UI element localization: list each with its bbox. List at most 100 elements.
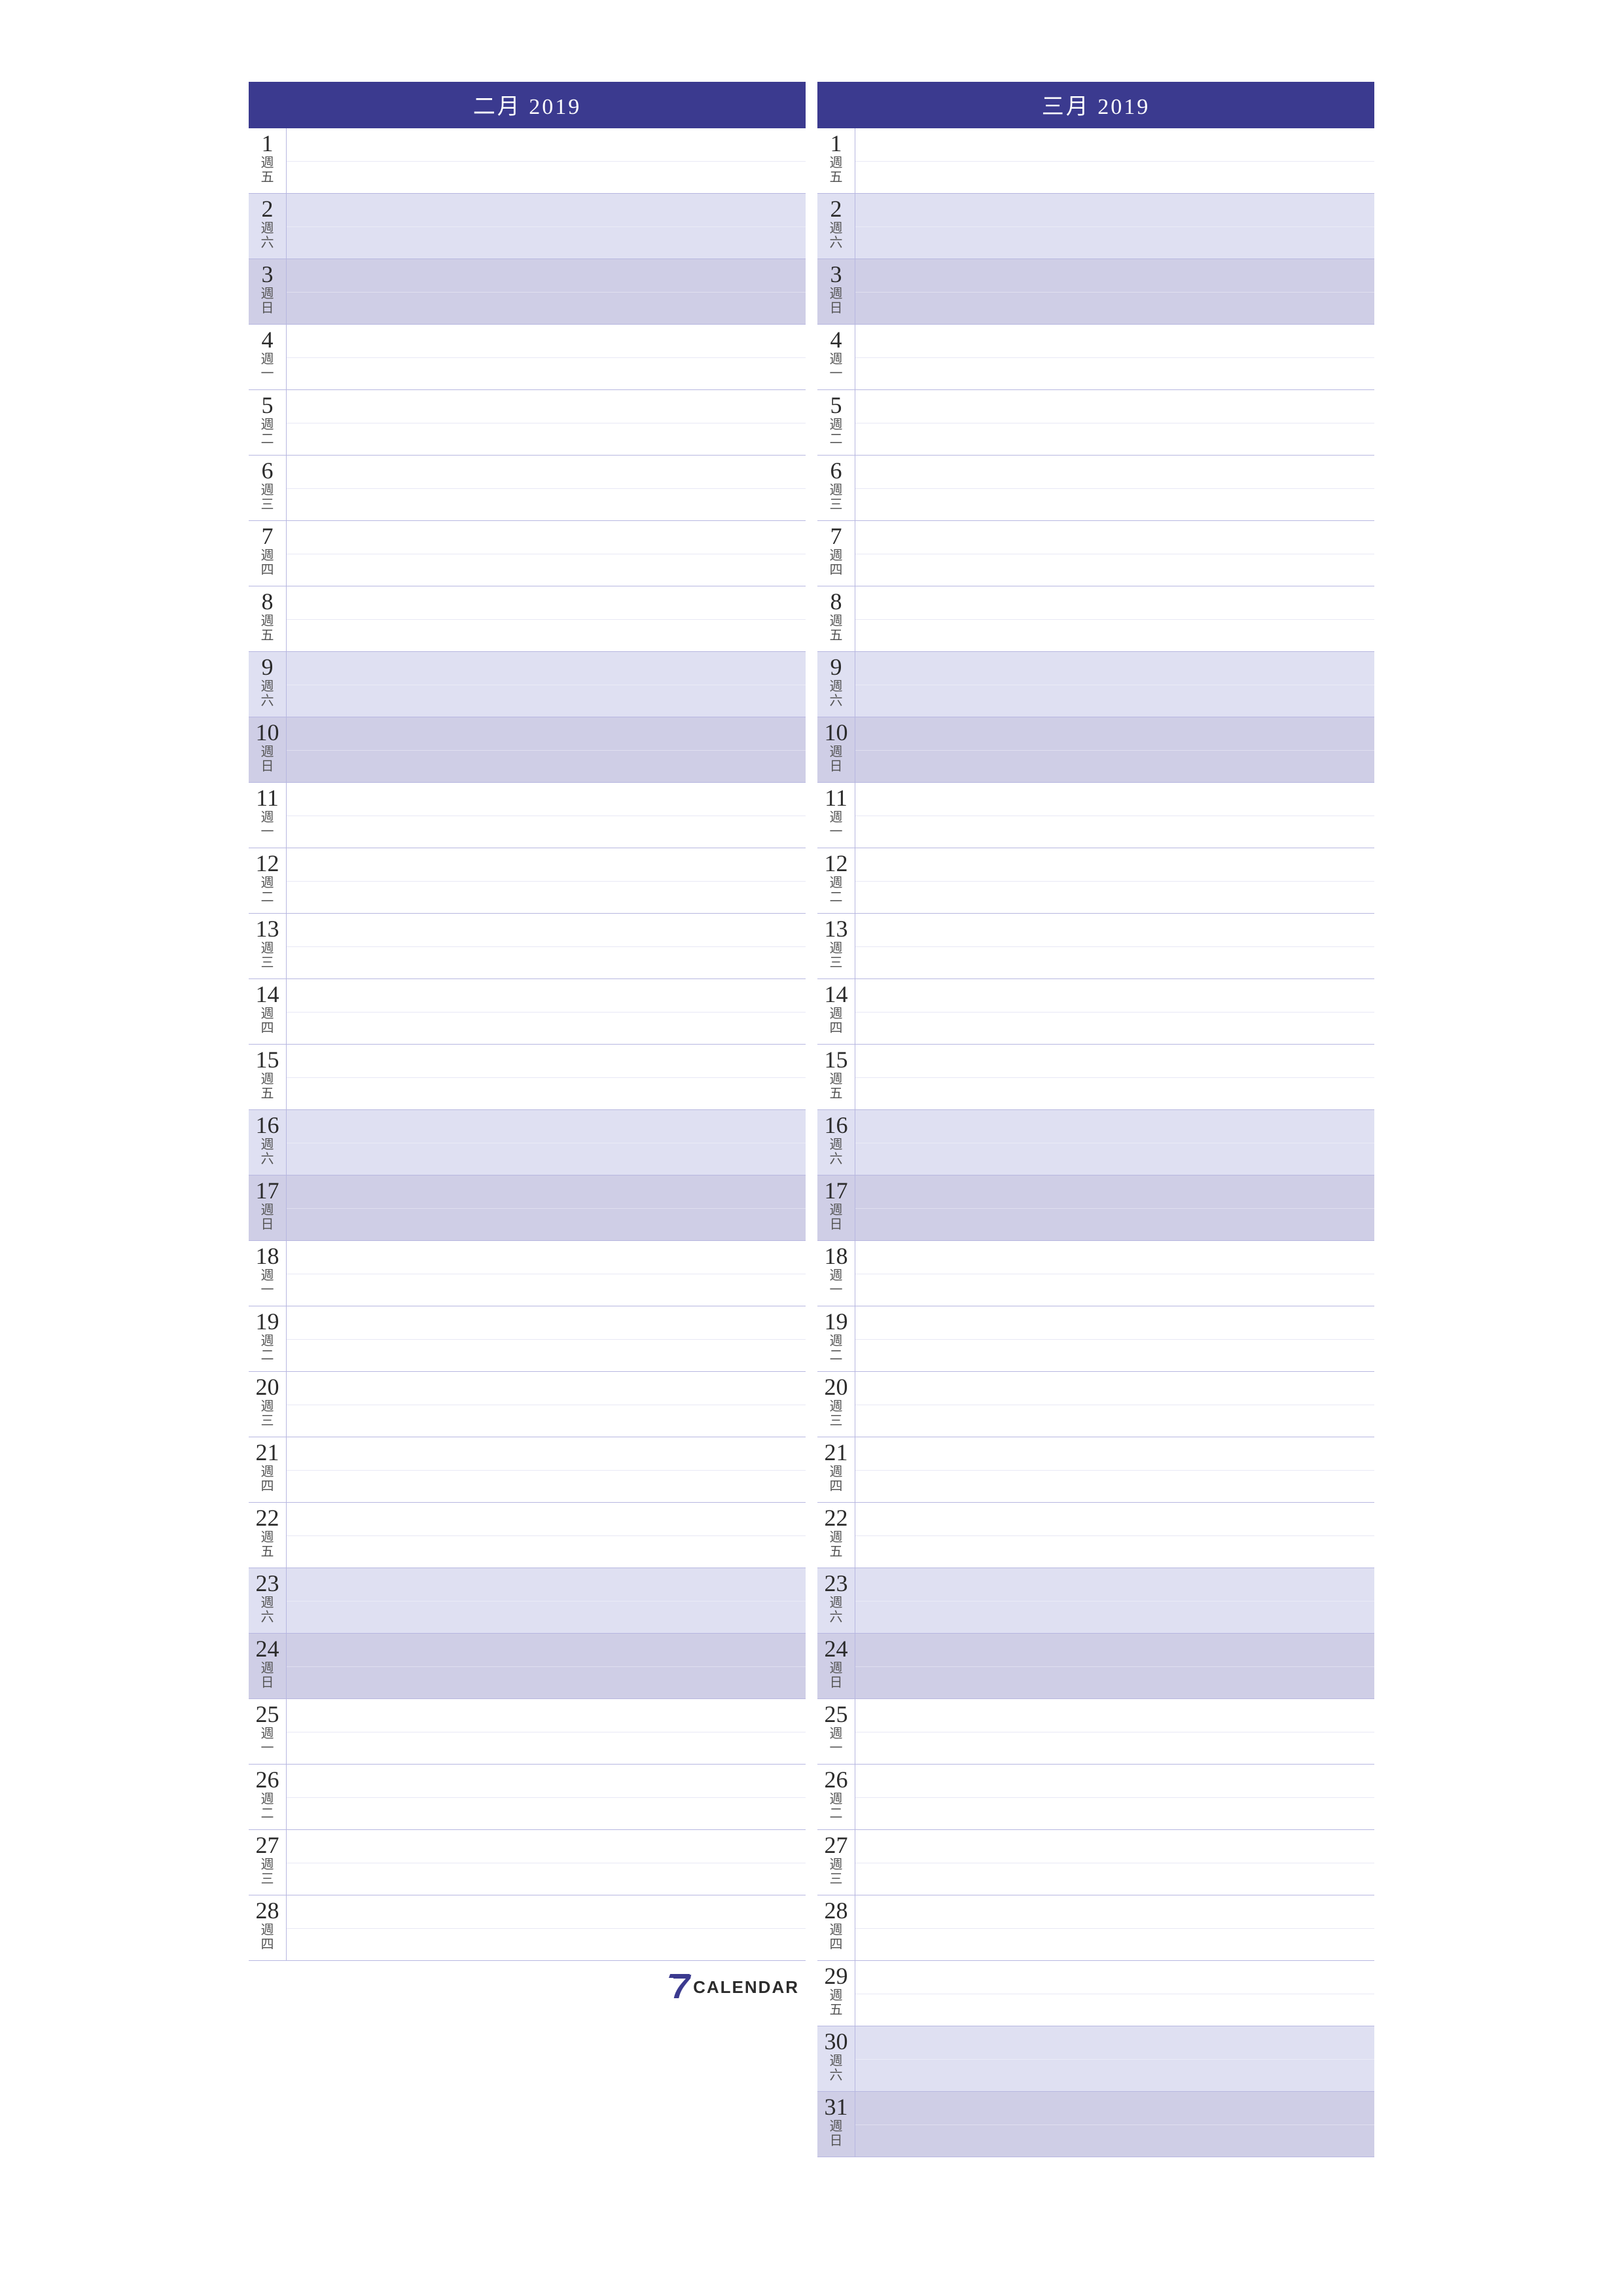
date-cell: 19週二 [249, 1306, 287, 1371]
date-number: 23 [249, 1571, 286, 1596]
month-header: 二月 2019 [249, 82, 806, 128]
day-row: 30週六 [817, 2026, 1374, 2092]
day-row: 2週六 [817, 194, 1374, 259]
day-row: 28週四 [817, 1895, 1374, 1961]
weekday-label: 週一 [817, 352, 855, 381]
date-number: 12 [249, 851, 286, 876]
note-cell [287, 194, 806, 259]
date-cell: 18週一 [817, 1241, 855, 1306]
date-number: 15 [249, 1047, 286, 1072]
day-row: 8週五 [249, 586, 806, 652]
note-cell [287, 914, 806, 978]
note-cell [287, 979, 806, 1044]
weekday-label: 週日 [249, 1661, 286, 1690]
note-cell [287, 1110, 806, 1175]
note-cell [855, 1634, 1374, 1698]
note-cell [855, 1175, 1374, 1240]
note-cell [287, 1765, 806, 1829]
date-cell: 1週五 [817, 128, 855, 193]
day-row: 19週二 [817, 1306, 1374, 1372]
day-row: 18週一 [817, 1241, 1374, 1306]
weekday-label: 週四 [249, 1923, 286, 1952]
month-header: 三月 2019 [817, 82, 1374, 128]
weekday-label: 週二 [249, 1334, 286, 1363]
date-number: 8 [249, 589, 286, 614]
note-cell [855, 1306, 1374, 1371]
date-number: 21 [249, 1440, 286, 1465]
weekday-label: 週二 [249, 1792, 286, 1821]
weekday-label: 週三 [817, 941, 855, 970]
date-number: 19 [817, 1309, 855, 1334]
date-number: 24 [249, 1636, 286, 1661]
weekday-label: 週四 [817, 1923, 855, 1952]
date-cell: 20週三 [249, 1372, 287, 1437]
weekday-label: 週日 [817, 1661, 855, 1690]
day-row: 23週六 [249, 1568, 806, 1634]
day-row: 18週一 [249, 1241, 806, 1306]
weekday-label: 週六 [249, 679, 286, 708]
logo-text: CALENDAR [693, 1977, 799, 1998]
date-cell: 25週一 [817, 1699, 855, 1764]
date-cell: 28週四 [817, 1895, 855, 1960]
date-cell: 14週四 [817, 979, 855, 1044]
weekday-label: 週一 [249, 1268, 286, 1297]
day-row: 10週日 [817, 717, 1374, 783]
date-number: 20 [249, 1374, 286, 1399]
date-number: 2 [249, 196, 286, 221]
date-cell: 6週三 [249, 456, 287, 520]
day-row: 3週日 [817, 259, 1374, 325]
date-cell: 15週五 [817, 1045, 855, 1109]
weekday-label: 週三 [817, 483, 855, 512]
date-cell: 12週二 [249, 848, 287, 913]
date-number: 26 [249, 1767, 286, 1792]
day-row: 23週六 [817, 1568, 1374, 1634]
month-column: 三月 20191週五2週六3週日4週一5週二6週三7週四8週五9週六10週日11… [817, 82, 1374, 2157]
note-cell [855, 586, 1374, 651]
date-number: 18 [817, 1244, 855, 1268]
note-cell [855, 783, 1374, 848]
note-cell [287, 717, 806, 782]
date-number: 13 [817, 916, 855, 941]
date-cell: 15週五 [249, 1045, 287, 1109]
date-cell: 9週六 [817, 652, 855, 717]
day-row: 20週三 [249, 1372, 806, 1437]
day-row: 4週一 [817, 325, 1374, 390]
date-cell: 19週二 [817, 1306, 855, 1371]
weekday-label: 週五 [817, 1530, 855, 1559]
date-number: 1 [817, 131, 855, 156]
note-cell [855, 259, 1374, 324]
weekday-label: 週四 [817, 548, 855, 577]
note-cell [855, 1765, 1374, 1829]
weekday-label: 週六 [817, 221, 855, 250]
note-cell [287, 521, 806, 586]
weekday-label: 週一 [249, 810, 286, 839]
day-row: 26週二 [817, 1765, 1374, 1830]
weekday-label: 週五 [817, 1072, 855, 1101]
date-number: 27 [249, 1833, 286, 1857]
day-row: 22週五 [817, 1503, 1374, 1568]
note-cell [855, 652, 1374, 717]
day-row: 15週五 [249, 1045, 806, 1110]
day-row: 16週六 [249, 1110, 806, 1175]
note-cell [855, 979, 1374, 1044]
day-row: 25週一 [817, 1699, 1374, 1765]
date-number: 11 [249, 785, 286, 810]
date-number: 27 [817, 1833, 855, 1857]
note-cell [855, 1437, 1374, 1502]
date-number: 22 [817, 1505, 855, 1530]
date-number: 13 [249, 916, 286, 941]
date-number: 20 [817, 1374, 855, 1399]
day-row: 11週一 [817, 783, 1374, 848]
date-cell: 13週三 [249, 914, 287, 978]
day-row: 1週五 [249, 128, 806, 194]
date-cell: 17週日 [249, 1175, 287, 1240]
day-row: 4週一 [249, 325, 806, 390]
weekday-label: 週五 [249, 156, 286, 185]
day-row: 1週五 [817, 128, 1374, 194]
date-cell: 2週六 [249, 194, 287, 259]
date-number: 15 [817, 1047, 855, 1072]
date-cell: 5週二 [817, 390, 855, 455]
date-cell: 20週三 [817, 1372, 855, 1437]
note-cell [287, 1568, 806, 1633]
weekday-label: 週一 [817, 810, 855, 839]
